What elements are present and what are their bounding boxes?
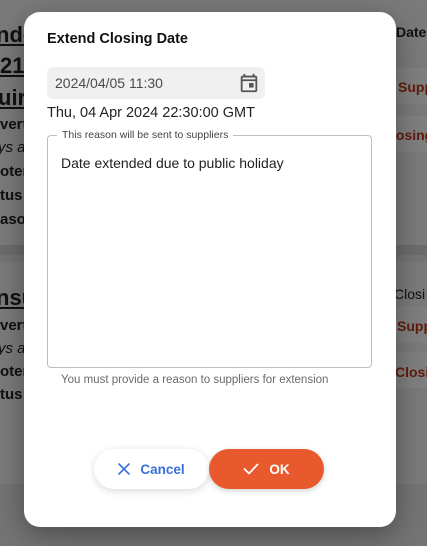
reason-value[interactable]: Date extended due to public holiday: [61, 155, 284, 171]
reason-helper-text: You must provide a reason to suppliers f…: [61, 374, 329, 386]
dialog-title: Extend Closing Date: [47, 31, 188, 47]
ok-button[interactable]: OK: [209, 449, 324, 489]
closing-date-input[interactable]: 2024/04/05 11:30: [47, 67, 265, 99]
ok-button-label: OK: [269, 461, 290, 477]
extend-closing-date-dialog: Extend Closing Date 2024/04/05 11:30 Thu…: [24, 12, 396, 527]
formatted-date: Thu, 04 Apr 2024 22:30:00 GMT: [47, 105, 255, 121]
reason-label: This reason will be sent to suppliers: [57, 129, 234, 142]
close-icon: [118, 463, 131, 475]
check-icon: [244, 463, 259, 475]
reason-textarea[interactable]: This reason will be sent to suppliers Da…: [47, 129, 372, 368]
cancel-button-label: Cancel: [140, 461, 185, 477]
cancel-button[interactable]: Cancel: [94, 449, 209, 489]
calendar-icon[interactable]: [238, 72, 260, 94]
closing-date-value[interactable]: 2024/04/05 11:30: [55, 75, 163, 91]
